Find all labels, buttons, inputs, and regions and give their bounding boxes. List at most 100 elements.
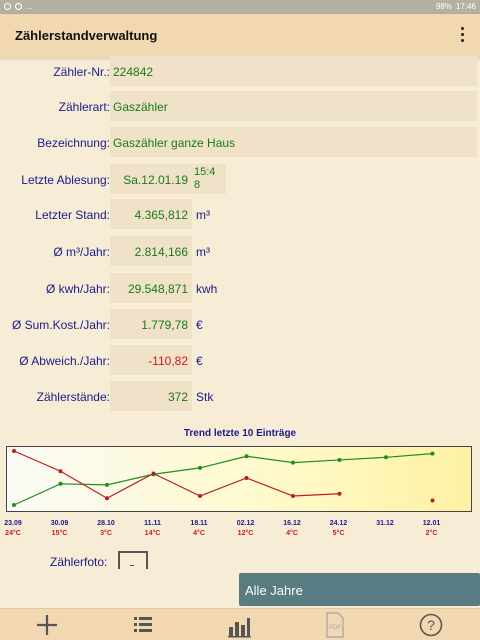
app-notification-icon [15, 3, 22, 10]
temperature-point [291, 494, 295, 498]
x-tick-temperature: 2°C [425, 530, 438, 537]
x-axis-label: 23.09 24°C [0, 520, 33, 537]
temperature-point [105, 496, 109, 501]
year-select-button[interactable]: Alle Jahre [239, 573, 480, 606]
pdf-icon[interactable]: PDF [320, 612, 350, 638]
kwh-jahr-unit: kwh [196, 282, 218, 296]
x-axis-label: 16.12 4°C [272, 520, 312, 537]
x-tick-temperature: 3°C [100, 530, 112, 537]
add-icon[interactable] [32, 612, 62, 638]
x-tick-date: 18.11 [190, 520, 208, 527]
field-label: Zählerart: [58, 100, 110, 114]
x-axis-label: 12.01 2°C [412, 520, 452, 537]
x-tick-date: 16.12 [283, 520, 301, 527]
field-sum-kost-jahr: Ø Sum.Kost./Jahr: 1.779,78 € [0, 309, 480, 339]
field-letzte-ablesung: Letzte Ablesung: Sa.12.01.19 15:4 8 [0, 164, 480, 194]
help-icon[interactable]: ? [416, 612, 446, 638]
overflow-menu-icon[interactable] [456, 24, 468, 48]
x-axis-label: 11.11 14°C [133, 520, 173, 537]
field-label: Zähler-Nr.: [53, 65, 110, 79]
pdf-icon-text: PDF [329, 625, 341, 631]
x-axis-label: 30.09 15°C [40, 520, 80, 537]
letzter-stand-unit: m³ [196, 208, 210, 222]
field-label: Ø Sum.Kost./Jahr: [11, 318, 110, 332]
field-bezeichnung: Bezeichnung: Gaszähler ganze Haus [0, 127, 480, 157]
consumption-point [244, 454, 249, 459]
letzter-stand-value[interactable]: 4.365,812 [110, 199, 192, 229]
field-label: Ø m³/Jahr: [53, 245, 110, 259]
temperature-point [244, 476, 249, 480]
app-title: Zählerstandverwaltung [15, 28, 158, 43]
bottom-toolbar: PDF ? [0, 608, 480, 640]
x-tick-temperature: 24°C [5, 530, 21, 537]
x-tick-date: 02.12 [236, 520, 255, 527]
zaehlerfoto-thumbnail[interactable] [118, 551, 148, 569]
trend-chart [6, 446, 472, 512]
x-tick-date: 28.10 [97, 520, 115, 527]
field-m3-jahr: Ø m³/Jahr: 2.814,166 m³ [0, 236, 480, 266]
ablesung-date-value[interactable]: Sa.12.01.19 [110, 164, 192, 194]
sum-kost-value[interactable]: 1.779,78 [110, 309, 192, 339]
x-tick-temperature: 5°C [332, 530, 345, 537]
consumption-point [198, 465, 202, 470]
status-overflow: ... [26, 2, 33, 11]
ablesung-time-line1: 15:4 [194, 166, 216, 178]
x-tick-temperature: 12°C [237, 530, 254, 537]
trend-title: Trend letzte 10 Einträge [183, 428, 297, 439]
field-label: Zählerstände: [36, 390, 110, 404]
x-tick-date: 30.09 [50, 520, 69, 527]
x-tick-temperature: 15°C [51, 530, 68, 537]
field-zaehlerstaende: Zählerstände: 372 Stk [0, 381, 480, 411]
x-tick-temperature: 14°C [144, 530, 161, 537]
consumption-point [105, 482, 109, 487]
field-label: Ø kwh/Jahr: [45, 282, 110, 296]
sum-kost-unit: € [196, 318, 203, 332]
abweich-value[interactable]: -110,82 [110, 345, 192, 375]
x-axis-label: 18.11 4°C [179, 520, 219, 537]
temperature-point [337, 491, 342, 496]
temperature-point [430, 498, 435, 503]
zaehlerart-value[interactable]: Gaszähler [110, 91, 477, 121]
consumption-point [12, 503, 16, 507]
bezeichnung-value[interactable]: Gaszähler ganze Haus [110, 127, 477, 157]
help-icon-text: ? [427, 617, 435, 633]
consumption-point [384, 455, 388, 460]
x-axis-label: 24.12 5°C [319, 520, 359, 537]
bar-chart-icon[interactable] [224, 612, 254, 638]
ablesung-time-line2: 8 [194, 179, 201, 191]
field-label: Letzter Stand: [35, 208, 110, 222]
clock: 17:46 [455, 2, 476, 11]
temperature-point [12, 449, 16, 453]
field-letzter-stand: Letzter Stand: 4.365,812 m³ [0, 199, 480, 229]
zaehlerfoto-label: Zählerfoto: [50, 555, 108, 569]
ablesung-time-value[interactable]: 15:4 8 [192, 164, 226, 194]
zaehlerstaende-value[interactable]: 372 [110, 381, 192, 411]
x-tick-date: 11.11 [144, 520, 161, 527]
field-zaehler-nr: Zähler-Nr.: 224842 [0, 56, 480, 86]
x-tick-temperature: 4°C [193, 530, 205, 537]
x-axis-label: 28.10 3°C [86, 520, 126, 537]
x-tick-date: 31.12 [376, 520, 394, 527]
temperature-point [198, 494, 202, 498]
consumption-point [430, 451, 435, 456]
consumption-line [13, 452, 433, 506]
x-tick-date: 12.01 [422, 520, 441, 527]
field-zaehlerart: Zählerart: Gaszähler [0, 91, 480, 121]
field-label: Ø Abweich./Jahr: [19, 354, 110, 368]
kwh-jahr-value[interactable]: 29.548,871 [110, 273, 192, 303]
chart-x-labels: 23.09 24°C 30.09 15°C 28.10 3°C 11.11 14°C 18.11… [0, 520, 480, 542]
temperature-point [151, 471, 156, 476]
temperature-point [58, 469, 63, 474]
field-label: Bezeichnung: [37, 136, 110, 150]
x-tick-date: 24.12 [329, 520, 348, 527]
temperature-line [13, 450, 340, 499]
consumption-point [337, 457, 342, 462]
m3-jahr-unit: m³ [196, 245, 210, 259]
list-icon[interactable] [128, 612, 158, 638]
consumption-point [58, 481, 63, 486]
zaehler-nr-value[interactable]: 224842 [110, 56, 477, 86]
x-tick-temperature: 4°C [286, 530, 298, 537]
x-axis-label: 31.12 [365, 520, 405, 527]
status-bar: ... 98% 17:46 [0, 0, 480, 14]
m3-jahr-value[interactable]: 2.814,166 [110, 236, 192, 266]
